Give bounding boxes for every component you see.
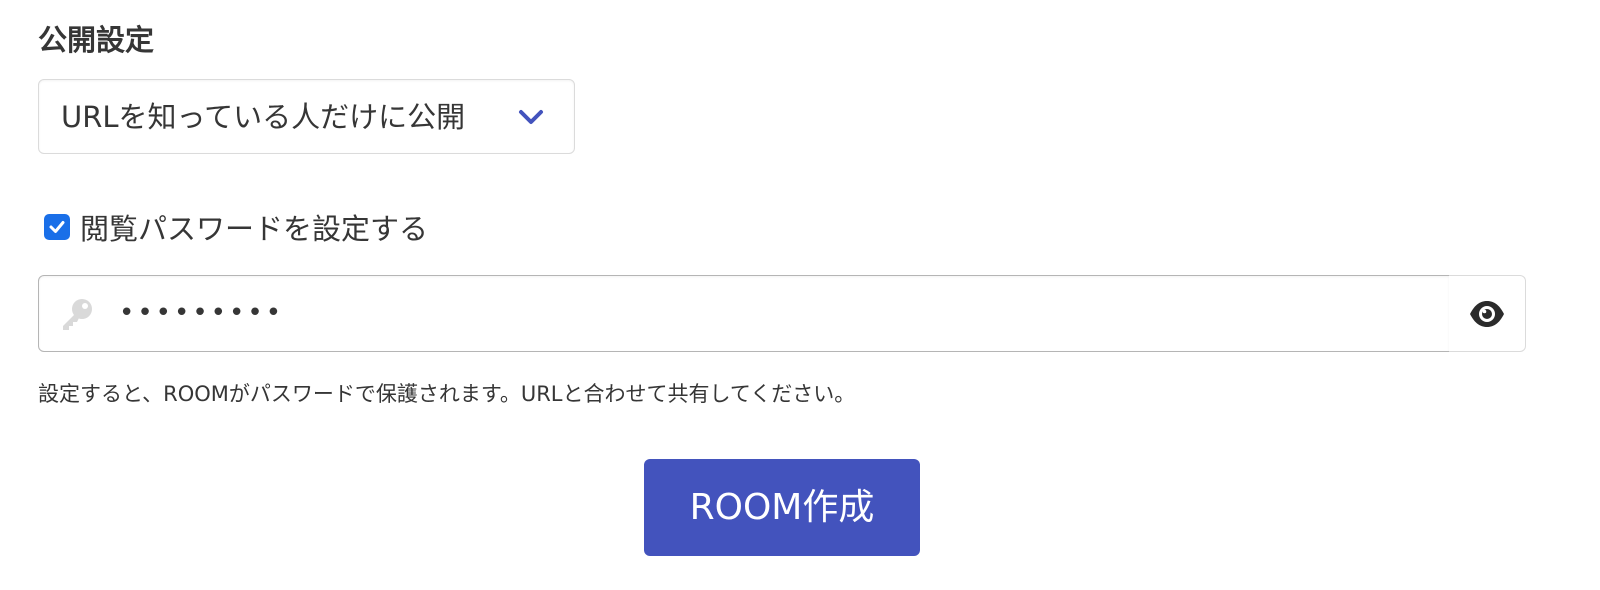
key-icon: [59, 296, 95, 332]
eye-icon: [1470, 300, 1504, 327]
password-option-row: 閲覧パスワードを設定する: [44, 205, 428, 249]
password-checkbox[interactable]: [44, 214, 70, 240]
toggle-password-visibility-button[interactable]: [1449, 275, 1526, 352]
create-room-button[interactable]: ROOM作成: [644, 459, 920, 556]
password-help-text: 設定すると、ROOMがパスワードで保護されます。URLと合わせて共有してください…: [38, 382, 856, 406]
password-checkbox-label[interactable]: 閲覧パスワードを設定する: [80, 206, 428, 248]
password-input[interactable]: [119, 276, 1419, 350]
room-settings-form: 公開設定 URLを知っている人だけに公開 閲覧パスワードを設定する ••••••…: [0, 0, 1600, 590]
visibility-selected-value: URLを知っている人だけに公開: [61, 100, 466, 134]
password-field: [38, 275, 1450, 352]
checkmark-icon: [49, 221, 65, 233]
visibility-select[interactable]: URLを知っている人だけに公開: [38, 79, 575, 154]
chevron-down-icon: [518, 106, 544, 128]
visibility-label: 公開設定: [38, 23, 155, 57]
